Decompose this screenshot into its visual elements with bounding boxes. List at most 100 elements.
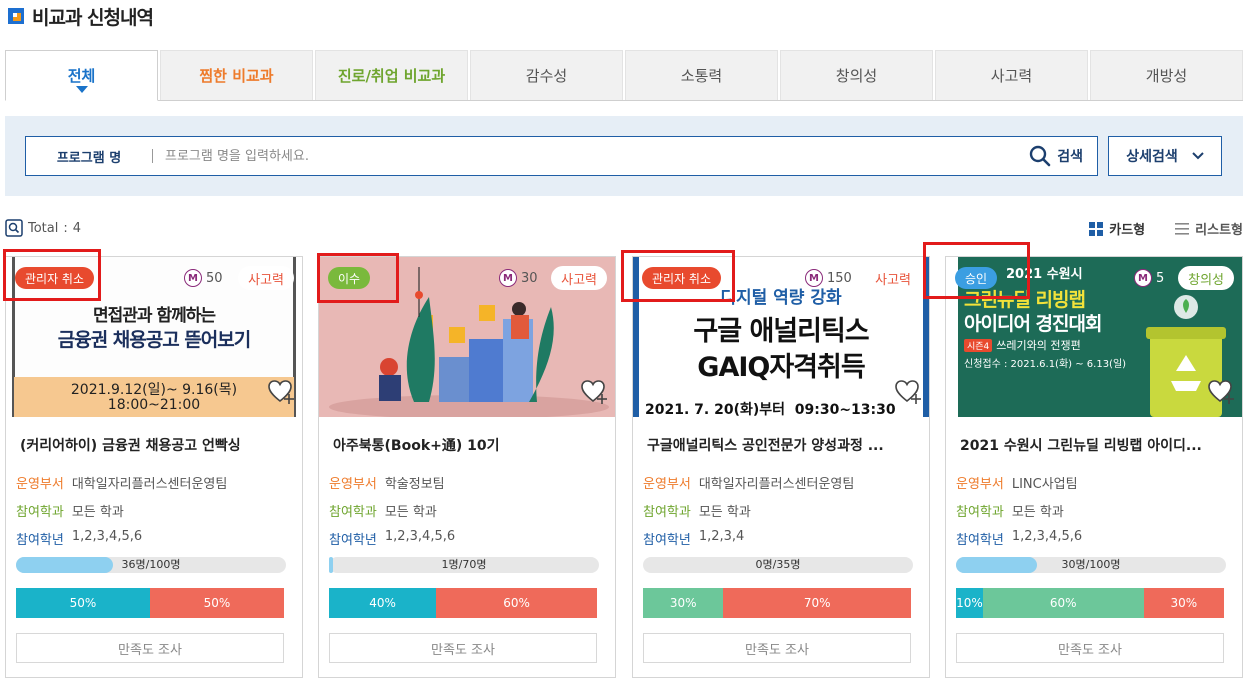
- ratio-segment: 10%: [956, 588, 983, 618]
- info-value: 대학일자리플러스센터운영팀: [71, 477, 228, 492]
- info-value: 1,2,3,4: [698, 529, 745, 544]
- ratio-bar: 50% 50%: [16, 588, 284, 618]
- info-dept: 운영부서 대학일자리플러스센터운영팀: [16, 473, 227, 492]
- active-indicator-icon: [75, 86, 88, 93]
- tab-career[interactable]: 진로/취업 비교과: [315, 50, 468, 100]
- search-field-label: 프로그램 명: [56, 150, 122, 166]
- list-view-button[interactable]: 리스트형: [1175, 219, 1243, 238]
- search-button[interactable]: 검색: [1029, 145, 1083, 167]
- mileage-value: 5: [1156, 270, 1165, 286]
- info-value: 1,2,3,4,5,6: [1011, 529, 1083, 544]
- search-icon: [1030, 145, 1051, 167]
- tab-label: 전체: [67, 67, 96, 85]
- category-badge: 창의성: [1178, 266, 1234, 290]
- heart-add-icon[interactable]: [581, 379, 609, 405]
- tab-label: 사고력: [990, 67, 1033, 85]
- info-value: 대학일자리플러스센터운영팀: [698, 477, 855, 492]
- thumbnail-text: 아이디어 경진대회: [964, 313, 1102, 335]
- mileage: M 30: [499, 269, 538, 287]
- heart-add-icon[interactable]: [1208, 379, 1236, 405]
- info-major: 참여학과 모든 학과: [329, 501, 437, 520]
- program-card[interactable]: 디지털 역량 강화 구글 애널리틱스 GAIQ자격취득 2021. 7. 20(…: [621, 250, 930, 678]
- ratio-segment: 30%: [643, 588, 724, 618]
- mileage-value: 50: [206, 270, 223, 286]
- mileage-icon: M: [805, 269, 823, 287]
- heart-add-icon[interactable]: [895, 379, 923, 405]
- total-separator: :: [63, 220, 68, 236]
- card-view-label: 카드형: [1109, 223, 1146, 238]
- mileage-value: 150: [827, 270, 852, 286]
- total-count: Total:4: [5, 219, 81, 237]
- mileage-value: 30: [521, 270, 538, 286]
- tab-creativity[interactable]: 창의성: [780, 50, 933, 100]
- survey-button[interactable]: 만족도 조사: [329, 633, 597, 663]
- mileage-icon: M: [184, 269, 202, 287]
- program-card[interactable]: 이수 M 30 사고력 아주북통(Book+通) 10기 운영부서 학술정보팀 참여…: [317, 253, 616, 678]
- program-title: (커리어하이) 금융권 채용공고 언빡싱: [20, 438, 241, 454]
- search-box: 프로그램 명 검색: [25, 136, 1098, 176]
- info-label: 참여학과: [16, 505, 64, 520]
- ratio-bar: 40% 60%: [329, 588, 597, 618]
- card-view-button[interactable]: 카드형: [1089, 219, 1145, 238]
- progress-text: 0명/35명: [755, 558, 801, 571]
- survey-button[interactable]: 만족도 조사: [643, 633, 911, 663]
- tab-label: 감수성: [525, 67, 568, 85]
- info-label: 참여학년: [16, 533, 64, 548]
- info-label: 참여학과: [956, 505, 1004, 520]
- tab-label: 찜한 비교과: [199, 67, 274, 85]
- category-tabs: 전체 찜한 비교과 진로/취업 비교과 감수성 소통력 창의성 사고력 개방성: [5, 50, 1243, 101]
- ratio-segment: 70%: [723, 588, 911, 618]
- heart-add-icon[interactable]: [268, 379, 296, 405]
- info-value: LINC사업팀: [1011, 477, 1078, 492]
- info-label: 참여학과: [643, 505, 691, 520]
- highlight-box: [621, 250, 735, 302]
- survey-button[interactable]: 만족도 조사: [956, 633, 1224, 663]
- info-major: 참여학과 모든 학과: [956, 501, 1064, 520]
- program-card[interactable]: 면접관과 함께하는 금융권 채용공고 뜯어보기 2021.9.12(일)~ 9.…: [3, 249, 303, 678]
- info-major: 참여학과 모든 학과: [16, 501, 124, 520]
- program-title: 구글애널리틱스 공인전문가 양성과정 ...: [647, 438, 884, 454]
- ratio-segment: 40%: [329, 588, 437, 618]
- enrollment-progress: 30명/100명: [956, 557, 1226, 573]
- info-label: 운영부서: [643, 477, 691, 492]
- season-tag: 시즌4: [964, 338, 993, 352]
- tab-communication[interactable]: 소통력: [625, 50, 778, 100]
- view-toggle: 카드형 리스트형: [1089, 219, 1243, 238]
- info-value: 모든 학과: [698, 505, 751, 520]
- magnifier-icon: [5, 219, 23, 237]
- info-label: 참여학년: [329, 533, 377, 548]
- list-view-label: 리스트형: [1195, 223, 1243, 238]
- tab-sensitivity[interactable]: 감수성: [470, 50, 623, 100]
- tab-label: 진로/취업 비교과: [337, 67, 446, 85]
- progress-text: 30명/100명: [1061, 558, 1121, 571]
- progress-text: 1명/70명: [441, 558, 487, 571]
- tab-openness[interactable]: 개방성: [1090, 50, 1243, 100]
- tab-all[interactable]: 전체: [5, 50, 158, 101]
- tab-thinking[interactable]: 사고력: [935, 50, 1088, 100]
- page-title: 비교과 신청내역: [32, 6, 154, 29]
- mileage: M 150: [805, 269, 852, 287]
- thumbnail-text: 신청접수 : 2021.6.1(화) ~ 6.13(일): [964, 359, 1127, 370]
- info-value: 학술정보팀: [384, 477, 445, 492]
- info-grade: 참여학년 1,2,3,4,5,6: [16, 529, 142, 548]
- detail-search-label: 상세검색: [1126, 149, 1178, 165]
- mileage-icon: M: [1134, 269, 1152, 287]
- info-value: 1,2,3,4,5,6: [71, 529, 143, 544]
- highlight-box: [3, 249, 101, 301]
- tab-label: 개방성: [1145, 67, 1188, 85]
- detail-search-button[interactable]: 상세검색: [1108, 136, 1222, 176]
- survey-button[interactable]: 만족도 조사: [16, 633, 284, 663]
- info-grade: 참여학년 1,2,3,4,5,6: [329, 529, 455, 548]
- search-button-label: 검색: [1057, 149, 1083, 165]
- category-badge: 사고력: [865, 266, 921, 290]
- thumbnail-text: 2021. 7. 20(화)부터 09:30~13:30: [645, 402, 896, 417]
- info-label: 참여학과: [329, 505, 377, 520]
- ratio-segment: 60%: [982, 588, 1144, 618]
- info-value: 1,2,3,4,5,6: [384, 529, 456, 544]
- search-input[interactable]: [153, 138, 1030, 174]
- program-card[interactable]: 2021 수원시 그린뉴딜 리빙랩 아이디어 경진대회 시즌4 쓰레기와의 전쟁편…: [923, 242, 1243, 678]
- page-header: 비교과 신청내역: [8, 4, 154, 29]
- info-label: 운영부서: [956, 477, 1004, 492]
- search-panel: 프로그램 명 검색 상세검색: [5, 116, 1243, 196]
- tab-favorite[interactable]: 찜한 비교과: [160, 50, 313, 100]
